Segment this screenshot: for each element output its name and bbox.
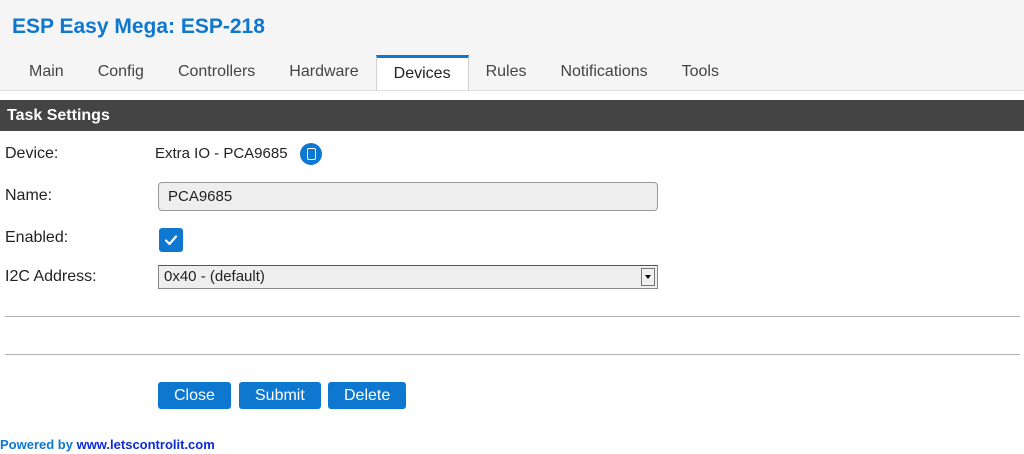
- footer: Powered by www.letscontrolit.com: [0, 437, 215, 452]
- device-label: Device:: [5, 145, 59, 162]
- app-title: ESP Easy Mega: ESP-218: [12, 15, 265, 38]
- tab-notifications[interactable]: Notifications: [543, 55, 664, 89]
- footer-link[interactable]: www.letscontrolit.com: [77, 437, 215, 452]
- divider: [5, 316, 1020, 317]
- enabled-checkbox[interactable]: [159, 228, 183, 252]
- enabled-label: Enabled:: [5, 229, 69, 246]
- i2c-address-value: 0x40 - (default): [164, 268, 265, 285]
- i2c-address-select[interactable]: 0x40 - (default): [158, 265, 658, 289]
- tab-devices[interactable]: Devices: [375, 55, 469, 90]
- tab-tools[interactable]: Tools: [665, 55, 736, 89]
- name-input[interactable]: [158, 182, 658, 211]
- tab-main[interactable]: Main: [12, 55, 81, 89]
- submit-button[interactable]: Submit: [239, 382, 321, 409]
- tab-controllers[interactable]: Controllers: [161, 55, 272, 89]
- name-label: Name:: [5, 187, 53, 204]
- delete-button[interactable]: Delete: [328, 382, 407, 409]
- divider: [5, 354, 1020, 355]
- footer-prefix: Powered by: [0, 437, 77, 452]
- tab-rules[interactable]: Rules: [469, 55, 544, 89]
- main-tabs: Main Config Controllers Hardware Devices…: [12, 55, 736, 90]
- checkmark-icon: [164, 235, 178, 246]
- device-value: Extra IO - PCA9685: [155, 145, 288, 162]
- chevron-down-icon: [641, 268, 655, 286]
- section-title: Task Settings: [0, 100, 1024, 131]
- tab-hardware[interactable]: Hardware: [272, 55, 375, 89]
- page-header: ESP Easy Mega: ESP-218 Main Config Contr…: [0, 0, 1024, 91]
- tab-config[interactable]: Config: [81, 55, 161, 89]
- close-button[interactable]: Close: [158, 382, 231, 409]
- info-icon[interactable]: [300, 143, 322, 165]
- i2c-address-label: I2C Address:: [5, 268, 97, 285]
